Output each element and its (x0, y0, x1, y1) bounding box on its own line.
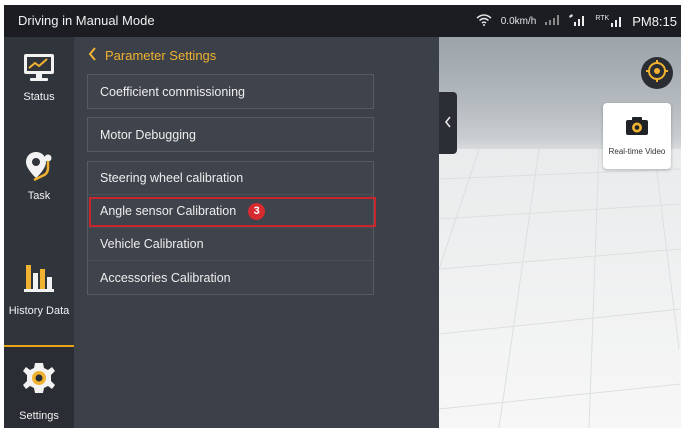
settings-group-motor: Motor Debugging (87, 117, 374, 152)
menu-item-motor-debugging[interactable]: Motor Debugging (88, 118, 373, 151)
locate-button[interactable] (641, 57, 673, 89)
sidebar-item-label: Task (27, 190, 51, 202)
mode-title: Driving in Manual Mode (18, 13, 155, 28)
rtk-signal-icon: RTK (595, 15, 623, 27)
chevron-left-icon (88, 47, 97, 64)
menu-item-accessories-calibration[interactable]: Accessories Calibration (88, 261, 373, 294)
sidebar-item-history-data[interactable]: History Data (4, 259, 74, 317)
wifi-icon (476, 13, 492, 29)
menu-item-vehicle-calibration[interactable]: Vehicle Calibration (88, 228, 373, 261)
sidebar: Status Task History Data Settings (4, 37, 74, 428)
status-bar: Driving in Manual Mode 0.0km/h RTK PM8:1… (4, 5, 681, 37)
back-button[interactable]: Parameter Settings (88, 47, 216, 64)
sidebar-item-label: Status (23, 91, 55, 103)
menu-item-steering-wheel-calibration[interactable]: Steering wheel calibration (88, 162, 373, 195)
ground-grid (439, 148, 681, 428)
collapse-panel-button[interactable] (439, 92, 457, 154)
sidebar-item-status[interactable]: Status (4, 53, 74, 103)
camera-icon (625, 116, 649, 141)
map-scene-view[interactable]: Real-time Video (439, 37, 681, 428)
settings-group-calibration: Steering wheel calibration Angle sensor … (87, 161, 374, 295)
clock: PM8:15 (632, 13, 677, 29)
history-chart-icon (23, 259, 55, 296)
settings-panel: Parameter Settings Coefficient commissio… (74, 37, 439, 428)
highlight-box (89, 197, 376, 227)
menu-item-coefficient-commissioning[interactable]: Coefficient commissioning (88, 75, 373, 108)
speed-readout: 0.0km/h (500, 15, 537, 27)
locate-crosshair-icon (646, 59, 668, 87)
chevron-left-icon (444, 115, 452, 131)
sidebar-item-label: Settings (19, 410, 59, 422)
real-time-video-label: Real-time Video (608, 147, 666, 156)
settings-group-commissioning: Coefficient commissioning (87, 74, 374, 109)
sidebar-item-settings[interactable]: Settings (4, 345, 74, 428)
signal-weak-icon (545, 14, 560, 28)
sidebar-item-label: History Data (8, 305, 70, 317)
panel-title: Parameter Settings (105, 48, 217, 63)
satellite-signal-icon (568, 13, 586, 30)
status-icons: 0.0km/h RTK PM8:15 (476, 9, 677, 33)
scene-ground (439, 148, 681, 428)
settings-gear-icon (22, 361, 56, 398)
status-monitor-icon (23, 53, 55, 86)
task-route-icon (24, 150, 54, 187)
real-time-video-button[interactable]: Real-time Video (603, 103, 671, 169)
sidebar-item-task[interactable]: Task (4, 150, 74, 202)
